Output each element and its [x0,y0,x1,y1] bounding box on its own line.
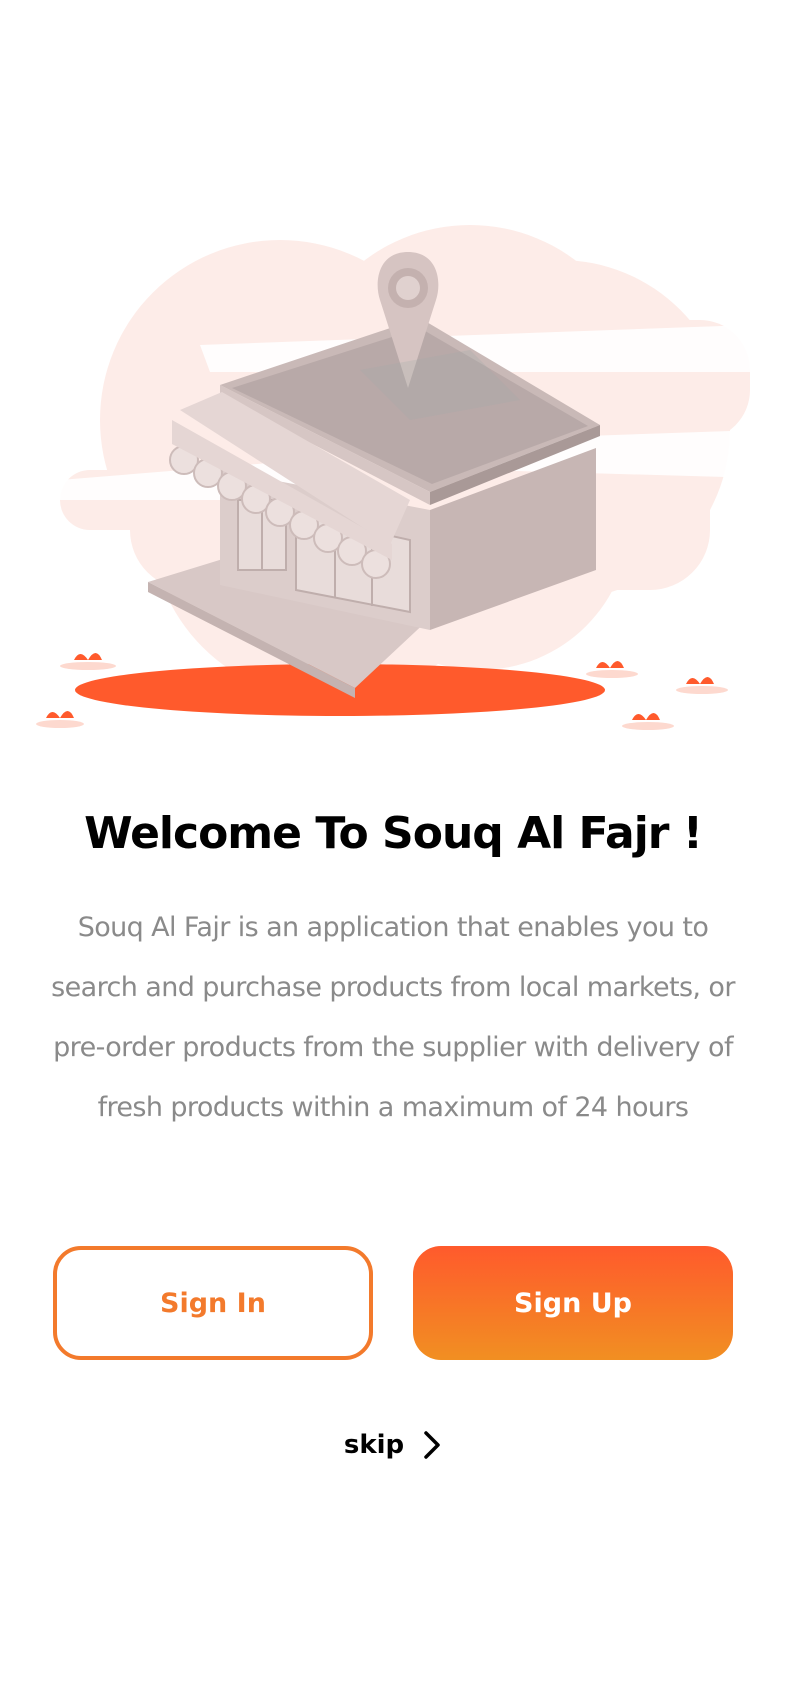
sign-in-button[interactable]: Sign In [53,1246,373,1360]
store-illustration [0,200,786,760]
welcome-title: Welcome To Souq Al Fajr ! [84,808,703,859]
welcome-description: Souq Al Fajr is an application that enab… [51,912,735,1123]
sign-up-button[interactable]: Sign Up [413,1246,733,1360]
chevron-right-icon [422,1430,442,1460]
skip-button[interactable]: skip [0,1430,786,1460]
skip-label: skip [343,1430,405,1460]
